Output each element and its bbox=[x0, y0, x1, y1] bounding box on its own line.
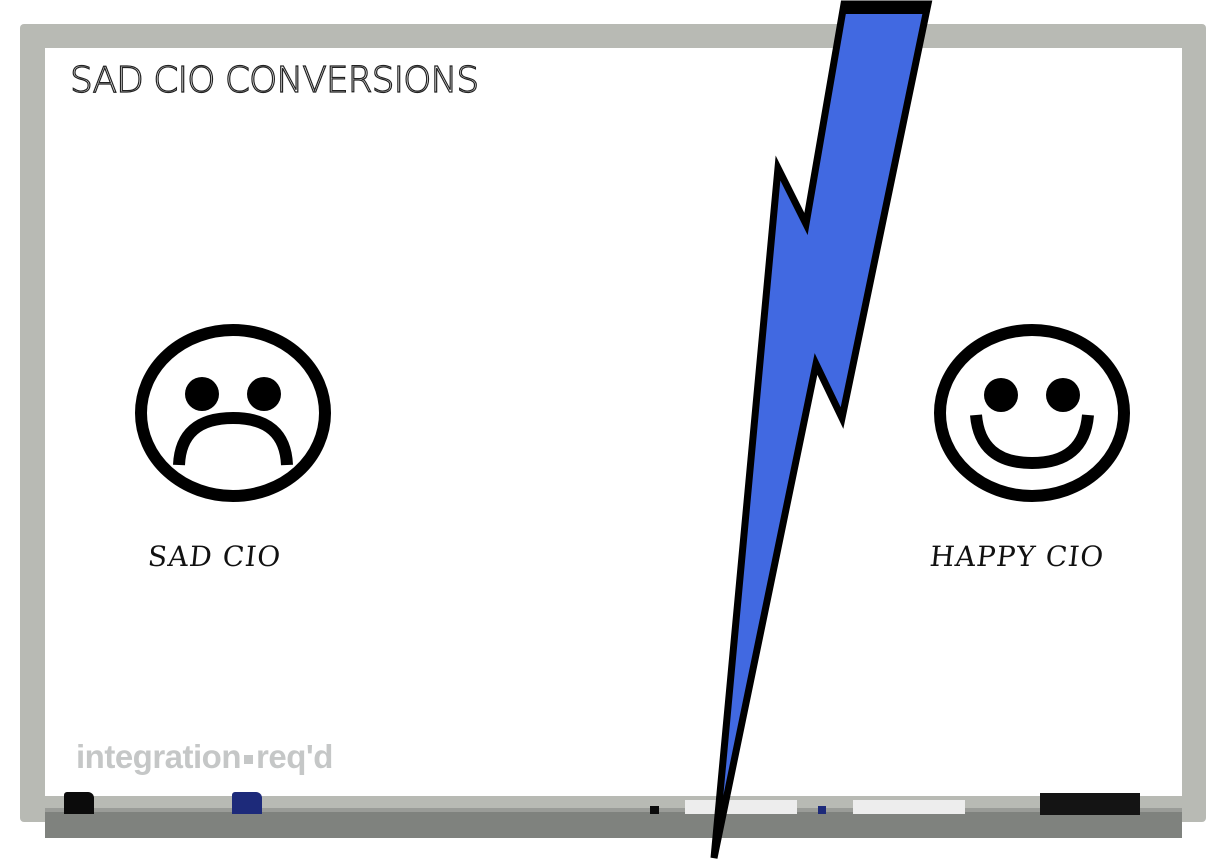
blue-marker bbox=[232, 792, 262, 814]
sad-cio-caption: SAD CIO bbox=[146, 540, 283, 573]
small-black-marker bbox=[650, 806, 659, 814]
frowning-face-icon bbox=[135, 324, 331, 502]
tray-highlight-left bbox=[685, 800, 797, 814]
smiling-face-icon bbox=[934, 324, 1130, 502]
tray-highlight-right bbox=[853, 800, 965, 814]
logo-text-left: integration bbox=[76, 738, 242, 775]
whiteboard-scene: SAD CIO CONVERSIONS SAD CIO HAPPY CIO in… bbox=[0, 0, 1228, 866]
logo-separator bbox=[244, 754, 253, 764]
marker-tray bbox=[45, 812, 1182, 838]
eraser bbox=[1040, 793, 1140, 815]
board-title: SAD CIO CONVERSIONS bbox=[69, 59, 479, 101]
logo-wordmark: integration req'd bbox=[76, 738, 333, 776]
logo-text-right: req'd bbox=[256, 738, 333, 775]
happy-cio-caption: HAPPY CIO bbox=[928, 540, 1106, 573]
integration-reqd-logo: integration req'd bbox=[76, 734, 336, 782]
black-marker bbox=[64, 792, 94, 814]
small-blue-marker bbox=[818, 806, 826, 814]
